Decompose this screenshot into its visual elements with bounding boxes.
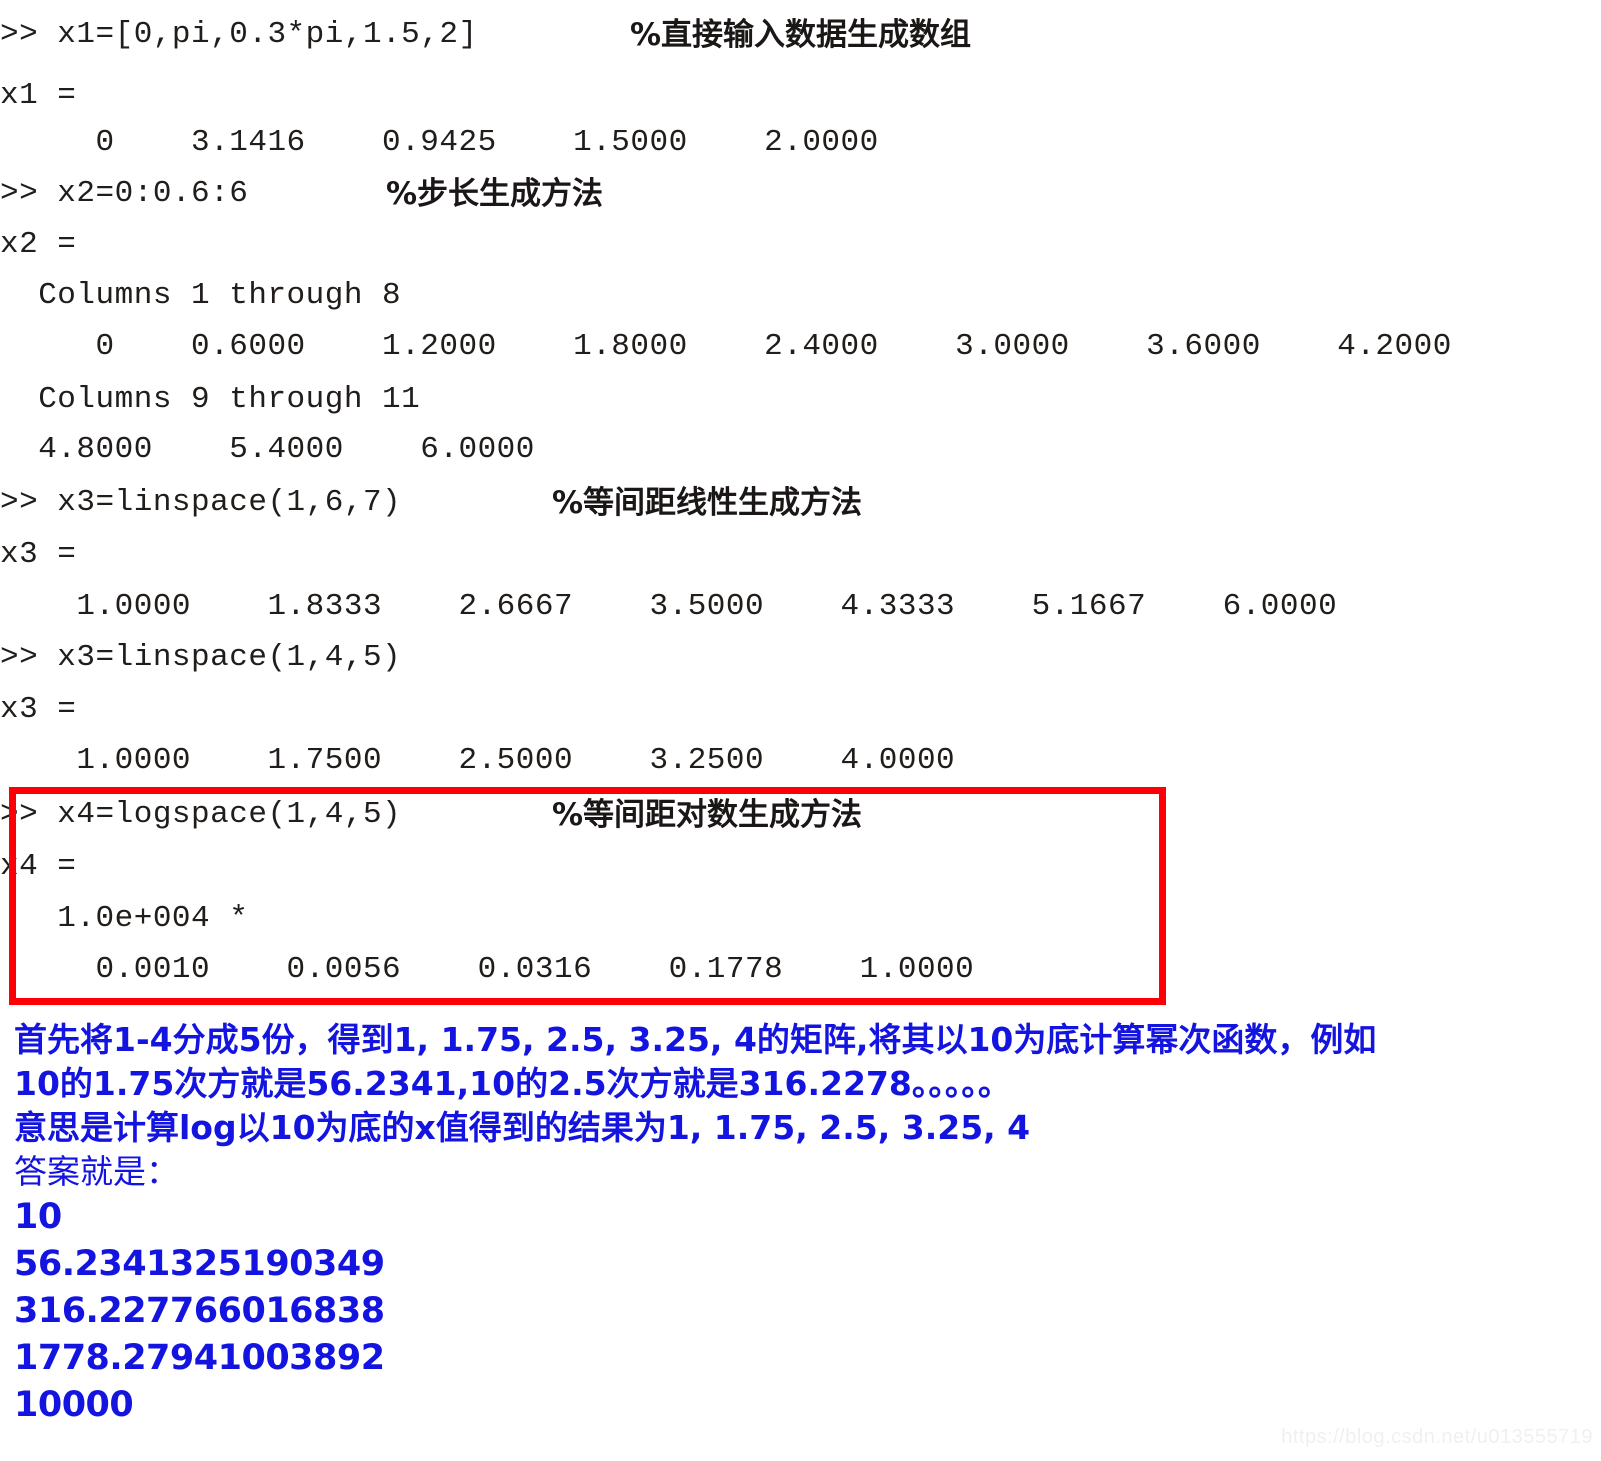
console-line: x3 = bbox=[0, 536, 76, 574]
console-line-text: 1.0000 1.7500 2.5000 3.2500 4.0000 bbox=[0, 743, 956, 778]
annotation-answer-2: 56.2341325190349 bbox=[14, 1244, 385, 1284]
console-line: >> x3=linspace(1,4,5) bbox=[0, 639, 401, 677]
console-line-comment: %等间距线性生成方法 bbox=[552, 485, 863, 521]
console-line: 0 0.6000 1.2000 1.8000 2.4000 3.0000 3.6… bbox=[0, 328, 1452, 366]
console-line-text: 1.0000 1.8333 2.6667 3.5000 4.3333 5.166… bbox=[0, 589, 1338, 624]
console-line: 1.0000 1.8333 2.6667 3.5000 4.3333 5.166… bbox=[0, 588, 1337, 626]
annotation-answer-1: 10 bbox=[14, 1197, 62, 1237]
console-line: 1.0000 1.7500 2.5000 3.2500 4.0000 bbox=[0, 742, 955, 780]
console-line: x2 = bbox=[0, 226, 76, 264]
console-line-text: 0 3.1416 0.9425 1.5000 2.0000 bbox=[0, 125, 879, 160]
console-line-text: x3 = bbox=[0, 692, 77, 727]
console-line-text: >> x3=linspace(1,4,5) bbox=[0, 640, 402, 675]
console-line: x1 = bbox=[0, 77, 76, 115]
console-line: Columns 9 through 11 bbox=[0, 381, 420, 419]
console-line-text: x3 = bbox=[0, 537, 77, 572]
console-line-text: 0 0.6000 1.2000 1.8000 2.4000 3.0000 3.6… bbox=[0, 329, 1452, 364]
console-line: Columns 1 through 8 bbox=[0, 277, 401, 315]
console-line: x4 = bbox=[0, 848, 76, 886]
console-line: >> x3=linspace(1,6,7) %等间距线性生成方法 bbox=[0, 484, 862, 522]
annotation-answer-label: 答案就是： bbox=[14, 1152, 179, 1191]
console-line-comment: %直接输入数据生成数组 bbox=[630, 17, 972, 53]
console-line: 4.8000 5.4000 6.0000 bbox=[0, 431, 535, 469]
matlab-console-output: >> x1=[0,pi,0.3*pi,1.5,2] %直接输入数据生成数组 x1 =… bbox=[0, 0, 1601, 1018]
console-line-text: 1.0e+004 * bbox=[0, 901, 249, 936]
blue-annotation-block: 首先将1-4分成5份，得到1, 1.75, 2.5, 3.25, 4的矩阵,将其… bbox=[14, 1018, 1574, 1429]
console-line-text: x4 = bbox=[0, 849, 77, 884]
console-line-comment: %等间距对数生成方法 bbox=[552, 797, 863, 833]
console-line-text: x1 = bbox=[0, 78, 77, 113]
annotation-paragraph-2: 10的1.75次方就是56.2341,10的2.5次方就是316.2278。。。… bbox=[14, 1064, 1011, 1103]
console-line-text: >> x2=0:0.6:6 bbox=[0, 176, 249, 211]
console-line-text: >> x1=[0,pi,0.3*pi,1.5,2] bbox=[0, 17, 478, 52]
console-line-text: 0.0010 0.0056 0.0316 0.1778 1.0000 bbox=[0, 952, 975, 987]
console-line: 0.0010 0.0056 0.0316 0.1778 1.0000 bbox=[0, 951, 974, 989]
console-line-text: >> x4=logspace(1,4,5) bbox=[0, 797, 402, 832]
console-line-comment: %步长生成方法 bbox=[386, 176, 604, 212]
console-line: x3 = bbox=[0, 691, 76, 729]
console-line-text: x2 = bbox=[0, 227, 77, 262]
console-line: >> x2=0:0.6:6 %步长生成方法 bbox=[0, 175, 603, 213]
console-line-text: Columns 1 through 8 bbox=[0, 278, 402, 313]
console-line: >> x1=[0,pi,0.3*pi,1.5,2] %直接输入数据生成数组 bbox=[0, 16, 971, 54]
console-line: 1.0e+004 * bbox=[0, 900, 248, 938]
console-line-text: 4.8000 5.4000 6.0000 bbox=[0, 432, 535, 467]
annotation-answer-3: 316.227766016838 bbox=[14, 1291, 385, 1331]
console-line-text: Columns 9 through 11 bbox=[0, 382, 421, 417]
annotation-paragraph-3: 意思是计算log以10为底的x值得到的结果为1, 1.75, 2.5, 3.25… bbox=[14, 1108, 1031, 1147]
console-line: 0 3.1416 0.9425 1.5000 2.0000 bbox=[0, 124, 879, 162]
console-line-text: >> x3=linspace(1,6,7) bbox=[0, 485, 402, 520]
console-line: >> x4=logspace(1,4,5) %等间距对数生成方法 bbox=[0, 796, 862, 834]
annotation-answer-4: 1778.27941003892 bbox=[14, 1338, 385, 1378]
csdn-watermark: https://blog.csdn.net/u013555719 bbox=[1281, 1426, 1593, 1448]
annotation-paragraph-1: 首先将1-4分成5份，得到1, 1.75, 2.5, 3.25, 4的矩阵,将其… bbox=[14, 1020, 1377, 1059]
annotation-answer-5: 10000 bbox=[14, 1385, 134, 1425]
